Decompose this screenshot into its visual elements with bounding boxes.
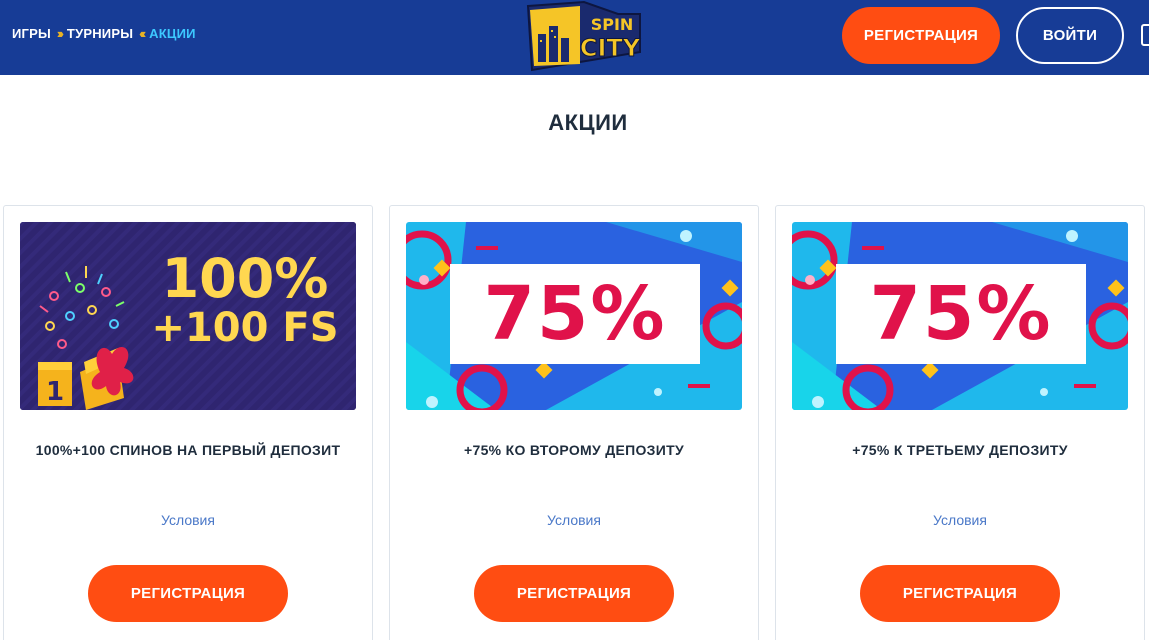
promo-card-second-deposit: 75% +75% КО ВТОРОМУ ДЕПОЗИТУ Условия РЕГ… xyxy=(389,205,759,640)
menu-icon[interactable] xyxy=(1141,24,1149,46)
chevron-right-icon: ››› xyxy=(56,26,64,41)
bonus-percent: 75% xyxy=(483,271,667,357)
register-button[interactable]: РЕГИСТРАЦИЯ xyxy=(88,565,288,622)
promo-banner: 75% xyxy=(792,222,1128,410)
terms-link[interactable]: Условия xyxy=(4,512,372,528)
svg-text:CITY: CITY xyxy=(580,34,641,62)
logo-graphic: SPIN CITY xyxy=(526,0,641,72)
register-button[interactable]: РЕГИСТРАЦИЯ xyxy=(474,565,674,622)
promo-banner: 1 100% +100 FS xyxy=(20,222,356,410)
svg-text:SPIN: SPIN xyxy=(591,15,634,34)
bonus-percent: 100% xyxy=(161,247,329,310)
chevron-left-icon: ‹‹‹ xyxy=(139,26,146,41)
promo-title: +75% КО ВТОРОМУ ДЕПОЗИТУ xyxy=(464,442,684,458)
bonus-freespins: +100 FS xyxy=(151,305,339,351)
percent-panel: 75% xyxy=(836,264,1086,364)
promo-card-first-deposit: 1 100% +100 FS 100%+100 СПИНОВ НА ПЕРВЫЙ… xyxy=(3,205,373,640)
nav-item-games[interactable]: ИГРЫ xyxy=(12,26,51,41)
bonus-percent: 75% xyxy=(869,271,1053,357)
bonus-headline: 100% +100 FS xyxy=(140,247,350,351)
promo-title: +75% К ТРЕТЬЕМУ ДЕПОЗИТУ xyxy=(852,442,1068,458)
promo-banner: 75% xyxy=(406,222,742,410)
page-title: АКЦИИ xyxy=(548,110,628,135)
percent-panel: 75% xyxy=(450,264,700,364)
register-button[interactable]: РЕГИСТРАЦИЯ xyxy=(860,565,1060,622)
nav-item-promotions[interactable]: АКЦИИ xyxy=(149,26,196,41)
terms-link[interactable]: Условия xyxy=(776,512,1144,528)
main-nav: ИГРЫ ››› ТУРНИРЫ ‹‹‹ АКЦИИ xyxy=(12,26,196,41)
spin-city-logo[interactable]: SPIN CITY xyxy=(522,0,650,72)
site-header: ИГРЫ ››› ТУРНИРЫ ‹‹‹ АКЦИИ SPIN CITY РЕГ… xyxy=(0,0,1149,75)
header-login-button[interactable]: ВОЙТИ xyxy=(1016,7,1124,64)
header-register-button[interactable]: РЕГИСТРАЦИЯ xyxy=(842,7,1000,64)
promo-card-third-deposit: 75% +75% К ТРЕТЬЕМУ ДЕПОЗИТУ Условия РЕГ… xyxy=(775,205,1145,640)
svg-text:1: 1 xyxy=(46,377,64,407)
terms-link[interactable]: Условия xyxy=(390,512,758,528)
nav-item-tournaments[interactable]: ТУРНИРЫ xyxy=(67,26,133,41)
promo-title: 100%+100 СПИНОВ НА ПЕРВЫЙ ДЕПОЗИТ xyxy=(35,442,341,458)
